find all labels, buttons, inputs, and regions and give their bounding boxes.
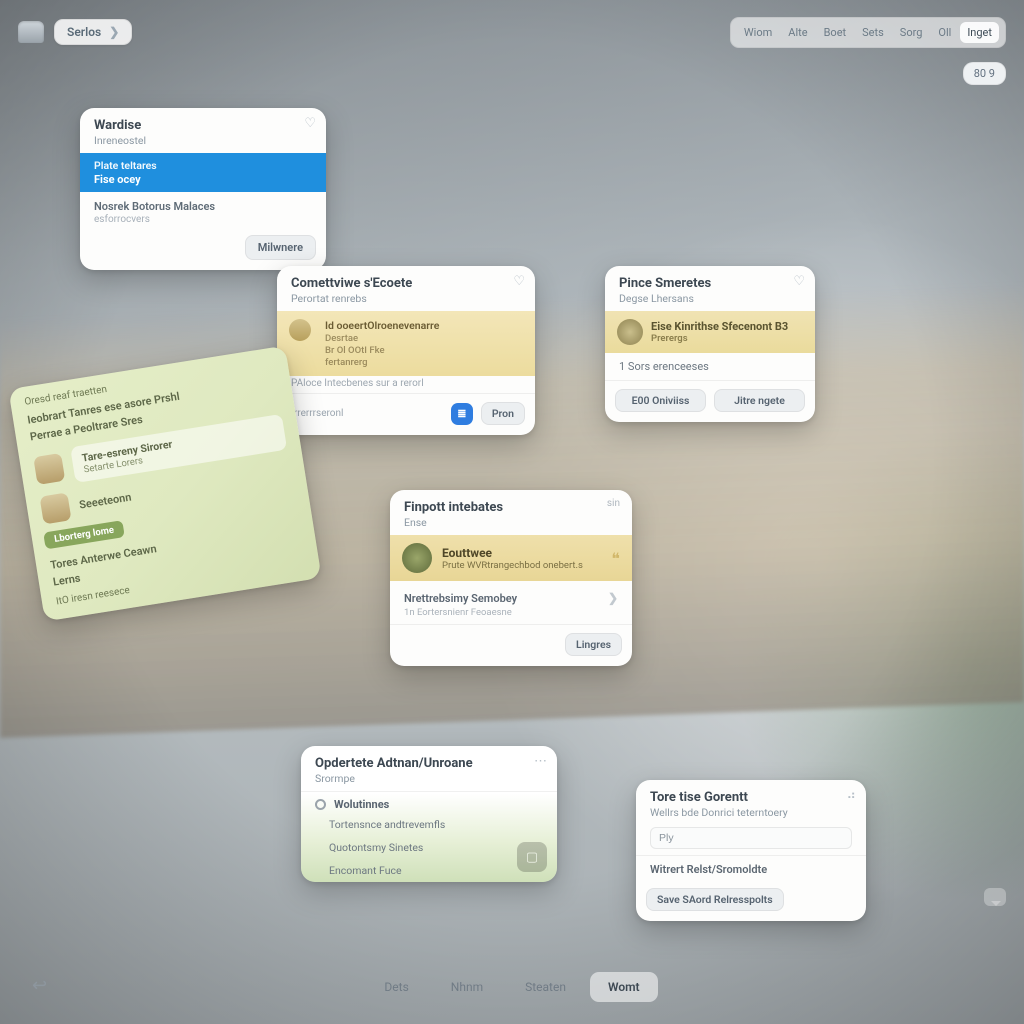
row-item-label: Nrettrebsimy Semobey [404, 592, 517, 605]
space-selector[interactable]: Serlos ❯ [54, 19, 132, 45]
bottom-tabbar: Dets Nhnm Steaten Womt [0, 972, 1024, 1002]
top-bar: Serlos ❯ Wiom Alte Boet Sets Sorg Oll In… [0, 14, 1024, 50]
strip-line: Br Ol OOtI Fke [325, 345, 439, 356]
app-logo-icon[interactable] [18, 21, 44, 43]
nav-link[interactable]: Oll [931, 22, 958, 43]
card-comettviwe[interactable]: ♡ Comettviwe s'Ecoete Perortat renrebs I… [277, 266, 535, 435]
card-subtitle: Srormpe [315, 772, 543, 785]
tab-nhnm[interactable]: Nhnm [433, 972, 501, 1002]
close-icon[interactable]: ⋯ [534, 754, 547, 769]
attach-icon[interactable]: ≣ [451, 403, 473, 425]
card-subtitle: Perortat renrebs [291, 292, 521, 305]
card-subtitle: Inreneostel [94, 134, 312, 147]
avatar-icon [33, 453, 65, 485]
list-item-title: Nosrek Botorus Malaces [94, 200, 312, 213]
avatar-icon [40, 493, 72, 525]
pron-button[interactable]: Pron [481, 402, 525, 425]
nav-link[interactable]: Sets [855, 22, 891, 43]
left-action-button[interactable]: E00 Oniviiss [615, 389, 706, 412]
strip-line: Id ooeertOlroenevenarre [325, 319, 439, 332]
nav-link[interactable]: Alte [781, 22, 814, 43]
card-subtitle: Degse Lhersans [619, 292, 801, 305]
strip-title: Eouttwee [442, 546, 583, 560]
chat-bubble-icon[interactable] [984, 888, 1006, 906]
selected-item-top: Plate teltares [94, 159, 312, 172]
avatar-icon [402, 543, 432, 573]
tab-womt[interactable]: Womt [590, 972, 658, 1002]
card-wardise[interactable]: ♡ Wardise Inreneostel Plate teltares Fis… [80, 108, 326, 270]
avatar-icon [289, 319, 311, 341]
space-label: Serlos [67, 25, 101, 39]
context-badge[interactable]: 80 9 [963, 62, 1006, 85]
right-action-button[interactable]: Jitre ngete [714, 389, 805, 412]
section-label: Witrert Relst/Sromoldte [636, 856, 866, 880]
lingres-button[interactable]: Lingres [565, 633, 622, 656]
chevron-right-icon: ❯ [608, 591, 618, 605]
timestamp: sin [607, 498, 620, 509]
card-subtitle: Ense [404, 516, 618, 529]
more-icon[interactable]: ⠴ [846, 788, 856, 803]
card-title: Wardise [94, 118, 312, 133]
nav-link[interactable]: Sorg [893, 22, 930, 43]
tab-dets[interactable]: Dets [366, 972, 426, 1002]
card-opdertete[interactable]: ⋯ Opdertete Adtnan/Unroane Srormpe Wolut… [301, 746, 557, 882]
strip-line: Desrtae [325, 333, 439, 344]
card-tilted-note[interactable]: Oresd reaf traetten Ieobrart Tanres ese … [8, 346, 321, 622]
radio-heading[interactable]: Wolutinnes [301, 792, 557, 813]
card-title: Finpott intebates [404, 500, 618, 515]
strip-title: Eise Kinrithse Sfecenont B3 [651, 320, 788, 333]
heart-icon[interactable]: ♡ [513, 274, 525, 289]
card-title: Opdertete Adtnan/Unroane [315, 756, 543, 771]
selected-item-main: Fise ocey [94, 173, 312, 186]
strip-line: fertanrerg [325, 357, 439, 368]
avatar-icon [617, 319, 643, 345]
list-item-sub: esforrocvers [94, 214, 312, 225]
card-pince[interactable]: ♡ Pince Smeretes Degse Lhersans Eise Kin… [605, 266, 815, 422]
row-item[interactable]: Nrettrebsimy Semobey ❯ [390, 581, 632, 607]
hint-text: 1n Eortersnienr Feoaesne [390, 607, 632, 624]
expand-icon[interactable]: ▢ [517, 842, 547, 872]
nav-link[interactable]: Inget [960, 22, 999, 43]
card-title: Comettviwe s'Ecoete [291, 276, 521, 291]
card-title: Tore tise Gorentt [650, 790, 852, 805]
list-item[interactable]: Tortensnce andtrevemfls [301, 813, 557, 836]
card-tore[interactable]: ⠴ Tore tise Gorentt Wellrs bde Donrici t… [636, 780, 866, 921]
reply-input[interactable] [650, 827, 852, 849]
radio-label: Wolutinnes [334, 798, 389, 811]
card-finpott[interactable]: sin Finpott intebates Ense Eouttwee Prut… [390, 490, 632, 666]
nav-link[interactable]: Wiom [737, 22, 779, 43]
heart-icon[interactable]: ♡ [304, 116, 316, 131]
nav-link[interactable]: Boet [817, 22, 854, 43]
highlight-strip: Id ooeertOlroenevenarre Desrtae Br Ol OO… [277, 311, 535, 376]
heart-icon[interactable]: ♡ [793, 274, 805, 289]
save-button[interactable]: Save SAord Relresspolts [646, 888, 784, 911]
tab-steaten[interactable]: Steaten [507, 972, 584, 1002]
speech-icon: ❝ [611, 549, 620, 568]
selected-item[interactable]: Plate teltares Fise ocey [80, 153, 326, 192]
chevron-right-icon: ❯ [109, 25, 119, 39]
card-subtitle: Wellrs bde Donrici teterntoery [650, 806, 852, 819]
note-text: PAloce Intecbenes sur a rerorl [277, 376, 535, 393]
detail-line: 1 Sors erenceeses [605, 353, 815, 380]
milwnere-button[interactable]: Milwnere [245, 235, 316, 260]
strip-sub: Prerergs [651, 333, 788, 344]
card-title: Pince Smeretes [619, 276, 801, 291]
top-nav: Wiom Alte Boet Sets Sorg Oll Inget [730, 17, 1006, 48]
radio-icon [315, 799, 326, 810]
strip-sub: Prute WVRtrangechbod onebert.s [442, 560, 583, 571]
